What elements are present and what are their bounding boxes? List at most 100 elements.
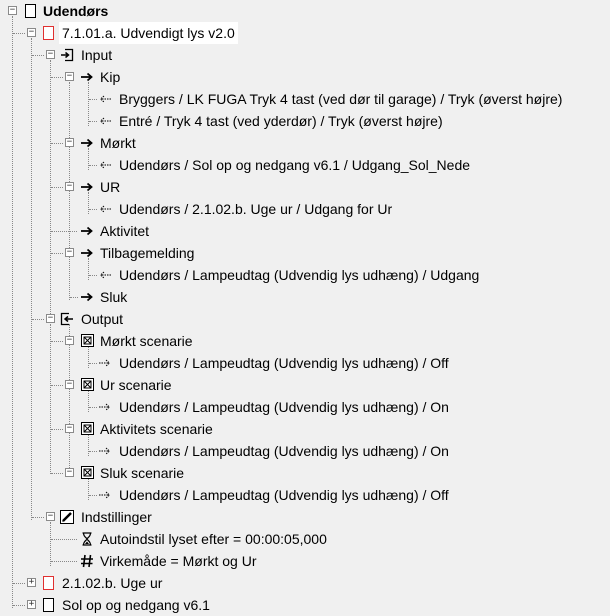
tree-label: Virkemåde = Mørkt og Ur xyxy=(100,553,257,569)
tree-row-setting-virkemade[interactable]: Virkemåde = Mørkt og Ur xyxy=(0,550,610,572)
arrow-right-icon xyxy=(80,69,94,84)
tree-label: Bryggers / LK FUGA Tryk 4 tast (ved dør … xyxy=(119,91,563,107)
tree-row-link[interactable]: Udendørs / 2.1.02.b. Uge ur / Udgang for… xyxy=(0,198,610,220)
arrow-right-icon xyxy=(80,179,94,194)
tree-label: Udendørs / Lampeudtag (Udvendig lys udhæ… xyxy=(119,399,449,415)
tree-row-input-kip[interactable]: − Kip xyxy=(0,66,610,88)
tree-label: Udendørs / Sol op og nedgang v6.1 / Udga… xyxy=(119,157,471,173)
tree-label: Sluk xyxy=(100,289,128,305)
tree-label: Kip xyxy=(100,69,121,85)
tree-label: Input xyxy=(81,47,113,63)
tree-row-input-aktivitet[interactable]: Aktivitet xyxy=(0,220,610,242)
tree-label: Output xyxy=(81,311,124,327)
scenario-icon xyxy=(80,377,94,392)
link-out-icon xyxy=(98,399,112,414)
tree-label: Autoindstil lyset efter = 00:00:05,000 xyxy=(100,531,327,547)
tree-row-link[interactable]: Udendørs / Lampeudtag (Udvendig lys udhæ… xyxy=(0,352,610,374)
scenario-icon xyxy=(80,421,94,436)
tree-label: Mørkt xyxy=(100,135,136,151)
tree-row-output-aktivitets-scenarie[interactable]: − Aktivitets scenarie xyxy=(0,418,610,440)
tree-row-output-morkt-scenarie[interactable]: − Mørkt scenarie xyxy=(0,330,610,352)
tree-label: Indstillinger xyxy=(81,509,152,525)
tree-label: UR xyxy=(100,179,121,195)
tree-row-output-sluk-scenarie[interactable]: − Sluk scenarie xyxy=(0,462,610,484)
page-icon xyxy=(24,3,38,18)
link-out-icon xyxy=(98,355,112,370)
arrow-right-icon xyxy=(80,135,94,150)
tree-label: Udendørs / Lampeudtag (Udvendig lys udhæ… xyxy=(119,267,480,283)
tree-label: Entré / Tryk 4 tast (ved yderdør) / Tryk… xyxy=(119,113,443,129)
arrow-right-icon xyxy=(80,289,94,304)
tree-label: Tilbagemelding xyxy=(100,245,195,261)
page-icon xyxy=(42,597,56,612)
red-block-icon xyxy=(42,575,56,590)
tree-row-indstillinger[interactable]: − Indstillinger xyxy=(0,506,610,528)
output-icon xyxy=(60,311,74,326)
collapse-toggle[interactable]: − xyxy=(8,6,17,15)
collapse-toggle[interactable]: − xyxy=(46,512,55,521)
tree-row-output-ur-scenarie[interactable]: − Ur scenarie xyxy=(0,374,610,396)
collapse-toggle[interactable]: − xyxy=(46,314,55,323)
tree-row-udendors[interactable]: − Udendørs xyxy=(0,0,610,22)
collapse-toggle[interactable]: − xyxy=(65,72,74,81)
collapse-toggle[interactable]: − xyxy=(65,468,74,477)
tree-label: 2.1.02.b. Uge ur xyxy=(62,575,163,591)
tree-label: 7.1.01.a. Udvendigt lys v2.0 xyxy=(59,22,238,44)
collapse-toggle[interactable]: − xyxy=(65,380,74,389)
pencil-icon xyxy=(60,509,74,524)
tree-label: Udendørs xyxy=(43,3,109,19)
tree-label: Udendørs / 2.1.02.b. Uge ur / Udgang for… xyxy=(119,201,393,217)
tree-label: Aktivitet xyxy=(100,223,150,239)
tree-row-block-sol-op[interactable]: + Sol op og nedgang v6.1 xyxy=(0,594,610,616)
input-icon xyxy=(60,47,74,62)
tree-row-input-tilbagemelding[interactable]: − Tilbagemelding xyxy=(0,242,610,264)
tree-row-input-morkt[interactable]: − Mørkt xyxy=(0,132,610,154)
tree-label: Sol op og nedgang v6.1 xyxy=(62,597,210,613)
tree-view: − Udendørs − 7.1.01.a. Udvendigt lys v2.… xyxy=(0,0,610,615)
link-in-icon xyxy=(98,157,112,172)
tree-label: Udendørs / Lampeudtag (Udvendig lys udhæ… xyxy=(119,443,449,459)
collapse-toggle[interactable]: − xyxy=(65,182,74,191)
link-out-icon xyxy=(98,443,112,458)
tree-row-link[interactable]: Udendørs / Sol op og nedgang v6.1 / Udga… xyxy=(0,154,610,176)
tree-row-block-udvendigt-lys[interactable]: − 7.1.01.a. Udvendigt lys v2.0 xyxy=(0,22,610,44)
tree-label: Ur scenarie xyxy=(100,377,172,393)
tree-row-link[interactable]: Bryggers / LK FUGA Tryk 4 tast (ved dør … xyxy=(0,88,610,110)
tree-row-link[interactable]: Udendørs / Lampeudtag (Udvendig lys udhæ… xyxy=(0,484,610,506)
collapse-toggle[interactable]: − xyxy=(46,50,55,59)
link-in-icon xyxy=(98,91,112,106)
tree-label: Sluk scenarie xyxy=(100,465,185,481)
scenario-icon xyxy=(80,333,94,348)
collapse-toggle[interactable]: − xyxy=(65,138,74,147)
tree-row-input-ur[interactable]: − UR xyxy=(0,176,610,198)
tree-row-link[interactable]: Udendørs / Lampeudtag (Udvendig lys udhæ… xyxy=(0,440,610,462)
collapse-toggle[interactable]: − xyxy=(65,248,74,257)
tree-row-link[interactable]: Entré / Tryk 4 tast (ved yderdør) / Tryk… xyxy=(0,110,610,132)
hash-icon xyxy=(80,553,94,568)
link-in-icon xyxy=(98,113,112,128)
tree-row-input-sluk[interactable]: Sluk xyxy=(0,286,610,308)
link-in-icon xyxy=(98,201,112,216)
tree-row-output[interactable]: − Output xyxy=(0,308,610,330)
tree-label: Mørkt scenarie xyxy=(100,333,193,349)
arrow-right-icon xyxy=(80,223,94,238)
tree-row-block-uge-ur[interactable]: + 2.1.02.b. Uge ur xyxy=(0,572,610,594)
link-in-icon xyxy=(98,267,112,282)
scenario-icon xyxy=(80,465,94,480)
tree-label: Udendørs / Lampeudtag (Udvendig lys udhæ… xyxy=(119,487,449,503)
arrow-right-icon xyxy=(80,245,94,260)
tree-row-link[interactable]: Udendørs / Lampeudtag (Udvendig lys udhæ… xyxy=(0,264,610,286)
tree-row-link[interactable]: Udendørs / Lampeudtag (Udvendig lys udhæ… xyxy=(0,396,610,418)
collapse-toggle[interactable]: − xyxy=(65,336,74,345)
tree-row-input[interactable]: − Input xyxy=(0,44,610,66)
collapse-toggle[interactable]: − xyxy=(65,424,74,433)
link-out-icon xyxy=(98,487,112,502)
tree-label: Udendørs / Lampeudtag (Udvendig lys udhæ… xyxy=(119,355,449,371)
expand-toggle[interactable]: + xyxy=(27,600,36,609)
red-block-icon xyxy=(42,25,56,40)
hourglass-icon xyxy=(80,531,94,546)
expand-toggle[interactable]: + xyxy=(27,578,36,587)
tree-row-setting-autoindstil[interactable]: Autoindstil lyset efter = 00:00:05,000 xyxy=(0,528,610,550)
collapse-toggle[interactable]: − xyxy=(27,28,36,37)
tree-label: Aktivitets scenarie xyxy=(100,421,213,437)
